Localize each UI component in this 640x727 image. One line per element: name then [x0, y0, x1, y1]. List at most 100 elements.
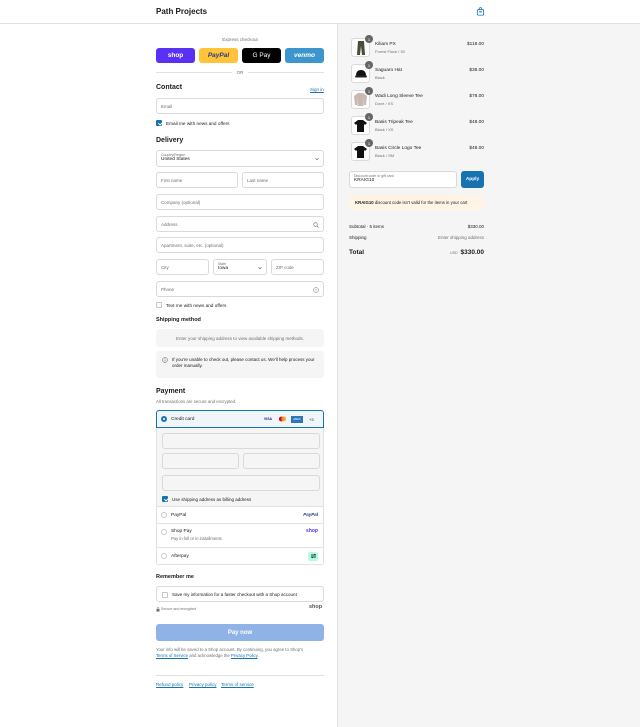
- remember-me-checkbox[interactable]: [162, 591, 168, 598]
- card-expiry-field[interactable]: [162, 453, 239, 469]
- subtotal-value: $330.00: [467, 224, 484, 229]
- delivery-title: Delivery: [156, 137, 184, 144]
- terms-of-service-link[interactable]: Terms of Service: [156, 653, 188, 658]
- product-thumbnail: 1: [351, 61, 373, 83]
- billing-same-label: Use shipping address as billing address: [172, 496, 252, 502]
- total-value: $330.00: [460, 249, 485, 256]
- visa-icon: VISA: [263, 417, 273, 421]
- header: Path Projects: [0, 0, 640, 24]
- card-number-field[interactable]: [162, 433, 320, 449]
- item-price: $38.00: [469, 68, 484, 73]
- afterpay-radio[interactable]: [161, 553, 167, 559]
- shop-pay-option[interactable]: Shop Pay Pay in full or in installments …: [156, 524, 324, 548]
- remember-me-box[interactable]: Save my information for a faster checkou…: [156, 586, 324, 602]
- chevron-down-icon: [315, 157, 319, 161]
- divider-left: [156, 72, 232, 73]
- last-name-field[interactable]: Last name: [242, 172, 324, 188]
- billing-same-checkbox[interactable]: [162, 496, 168, 502]
- text-news-checkbox[interactable]: [156, 302, 162, 308]
- paypal-express-button[interactable]: PayPal: [199, 48, 238, 63]
- credit-card-radio[interactable]: [161, 416, 167, 422]
- city-field[interactable]: City: [156, 259, 209, 275]
- zip-field[interactable]: ZIP code: [271, 259, 324, 275]
- shop-logo: shop: [309, 604, 323, 610]
- subtotal-label: Subtotal · 5 items: [349, 224, 385, 229]
- apartment-field[interactable]: Apartment, suite, etc. (optional): [156, 237, 324, 253]
- mastercard-icon: [278, 416, 287, 422]
- state-select[interactable]: State Iowa: [213, 259, 267, 275]
- item-price: $118.00: [467, 42, 484, 47]
- quantity-badge: 1: [365, 35, 373, 43]
- info-icon: [162, 357, 168, 363]
- shop-pay-logo: shop: [306, 528, 318, 534]
- email-field[interactable]: Email: [156, 98, 324, 114]
- quantity-badge: 1: [365, 139, 373, 147]
- quantity-badge: 1: [365, 61, 373, 69]
- product-thumbnail: 1: [351, 87, 373, 109]
- shipping-method-title: Shipping method: [156, 317, 201, 323]
- item-variant: Dove / XS: [375, 101, 394, 106]
- item-variant: Black / SM: [375, 153, 395, 158]
- shipping-value: Enter shipping address: [437, 235, 484, 240]
- item-variant: Forest Flock / 30: [375, 49, 405, 54]
- more-cards-badge: +3: [309, 416, 314, 422]
- paypal-logo: PayPal: [303, 511, 318, 517]
- total-label: Total: [349, 249, 365, 256]
- item-name: Basis Tripeak Tee: [375, 120, 413, 125]
- item-price: $78.00: [469, 94, 484, 99]
- phone-field[interactable]: Phone ?: [156, 281, 324, 297]
- refund-policy-link[interactable]: Refund policy: [156, 682, 183, 687]
- country-select[interactable]: Country/Region United States: [156, 150, 324, 167]
- item-name: Basis Circle Logo Tee: [375, 146, 422, 151]
- secure-label: Secure and encrypted: [161, 607, 197, 611]
- store-brand[interactable]: Path Projects: [156, 7, 207, 16]
- item-price: $48.00: [469, 120, 484, 125]
- pants-image: [356, 40, 365, 55]
- privacy-policy-link[interactable]: Privacy Policy: [231, 653, 257, 658]
- legal-text: Your info will be saved to a Shop accoun…: [156, 647, 304, 658]
- item-price: $48.00: [469, 146, 484, 151]
- shipping-label: Shipping: [349, 235, 367, 240]
- card-name-field[interactable]: [162, 475, 320, 491]
- paypal-option[interactable]: PayPal PayPal: [156, 507, 324, 524]
- first-name-field[interactable]: First name: [156, 172, 238, 188]
- shopping-bag-icon[interactable]: [476, 7, 485, 16]
- discount-error-banner: KRAIG10 discount code isn't valid for th…: [349, 195, 484, 210]
- terms-of-service-footer-link[interactable]: Terms of service: [221, 682, 254, 687]
- item-name: Wadi Long Sleeve Tee: [375, 94, 423, 99]
- tee-image: [354, 119, 367, 132]
- email-news-label: Email me with news and offers: [166, 120, 230, 126]
- apply-discount-button[interactable]: Apply: [461, 171, 484, 188]
- email-news-checkbox[interactable]: [156, 120, 162, 126]
- search-icon: [313, 222, 319, 228]
- or-divider: OR: [236, 69, 244, 75]
- chevron-down-icon: [258, 266, 262, 270]
- item-name: Kiliam PX: [375, 42, 396, 47]
- product-thumbnail: 1: [351, 35, 373, 57]
- afterpay-option[interactable]: Afterpay: [156, 548, 324, 565]
- pay-now-button[interactable]: Pay now: [156, 624, 324, 641]
- lock-icon: [156, 607, 160, 612]
- company-field[interactable]: Company (optional): [156, 194, 324, 210]
- hat-image: [354, 69, 367, 77]
- quantity-badge: 1: [365, 87, 373, 95]
- sign-in-link[interactable]: Sign in: [310, 87, 324, 92]
- privacy-policy-footer-link[interactable]: Privacy policy: [189, 682, 217, 687]
- google-pay-express-button[interactable]: G Pay: [242, 48, 281, 63]
- product-thumbnail: 1: [351, 139, 373, 161]
- item-name: Saguaro Hat: [375, 68, 402, 73]
- credit-card-option[interactable]: Credit card VISA AMEX +3: [156, 410, 324, 428]
- payment-title: Payment: [156, 388, 186, 395]
- shop-pay-radio[interactable]: [161, 529, 167, 535]
- shop-pay-express-button[interactable]: shop: [156, 48, 195, 63]
- discount-code-field[interactable]: Discount code or gift card KRAIG10: [349, 171, 457, 188]
- venmo-express-button[interactable]: venmo: [285, 48, 324, 63]
- footer-divider: [156, 675, 324, 676]
- paypal-radio[interactable]: [161, 512, 167, 518]
- help-icon[interactable]: ?: [313, 287, 319, 293]
- quantity-badge: 1: [365, 113, 373, 121]
- address-field[interactable]: Address: [156, 216, 324, 232]
- card-cvv-field[interactable]: [243, 453, 320, 469]
- text-news-label: Text me with news and offers: [166, 302, 227, 308]
- express-checkout-title: Express checkout: [222, 37, 258, 42]
